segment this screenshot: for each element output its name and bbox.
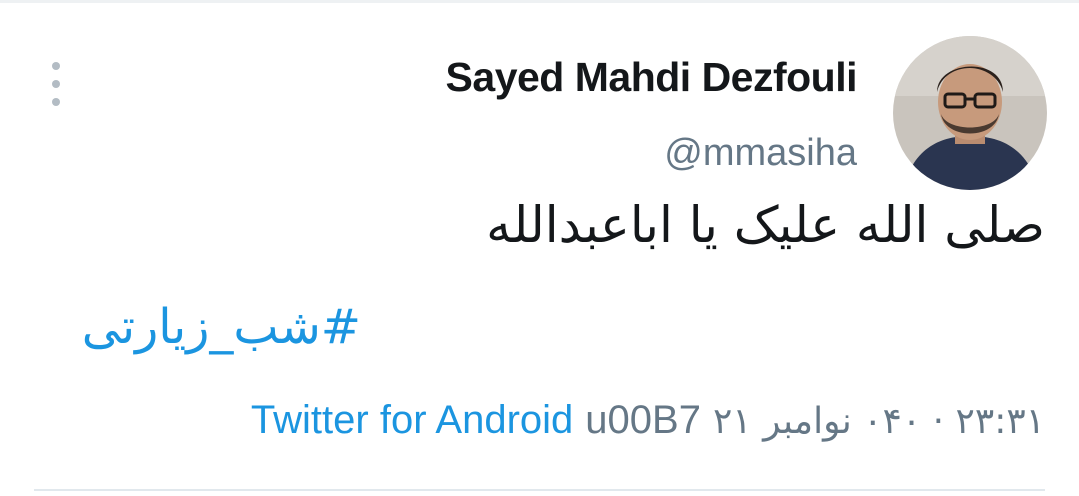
author-name[interactable]: Sayed Mahdi Dezfouli [446, 54, 858, 101]
avatar[interactable] [893, 36, 1047, 190]
meta-separator: u00B7 [585, 398, 701, 442]
dot [52, 62, 60, 70]
dot [52, 80, 60, 88]
source-link[interactable]: Twitter for Android [251, 398, 573, 443]
tweet-text: صلی الله علیک یا اباعبدالله [486, 196, 1045, 254]
author-handle[interactable]: @mmasiha [664, 132, 857, 175]
top-divider [0, 0, 1079, 3]
tweet-datetime: ۲۳:۳۱ · ۰۴۰ نوامبر ۲۱ [712, 401, 1045, 442]
hashtag-link[interactable]: #شب_زیارتی [82, 299, 361, 355]
avatar-image [893, 36, 1047, 190]
bottom-divider [34, 489, 1045, 491]
more-options-icon[interactable] [46, 62, 66, 106]
tweet-meta: Twitter for Android u00B7 ۲۳:۳۱ · ۰۴۰ نو… [251, 398, 1045, 443]
dot [52, 98, 60, 106]
